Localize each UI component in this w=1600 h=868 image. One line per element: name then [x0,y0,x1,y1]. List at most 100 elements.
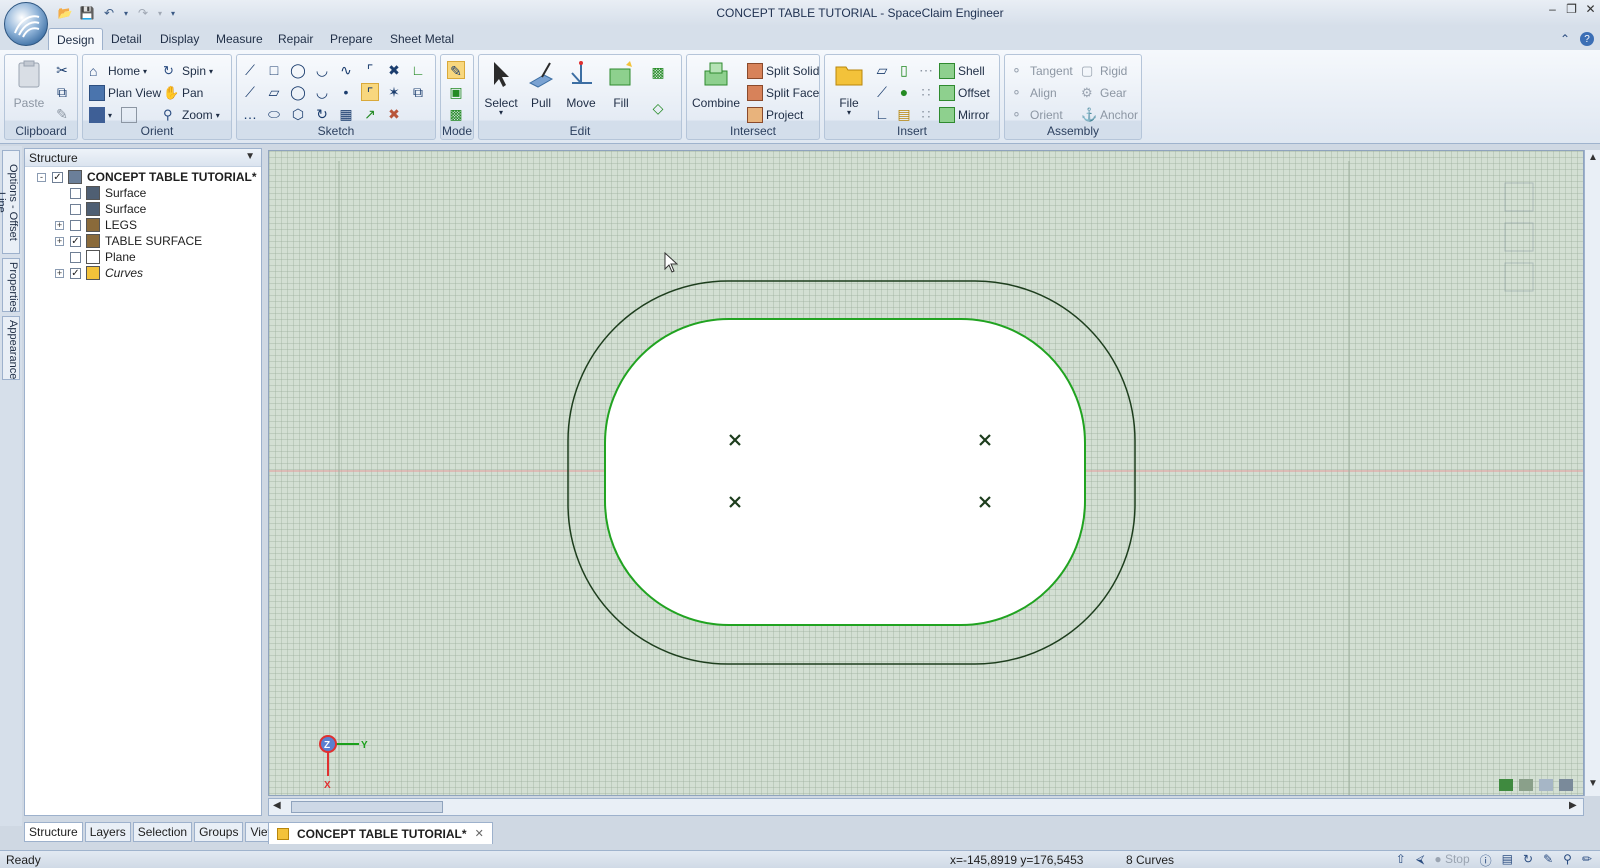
format-painter-icon[interactable]: ✎ [53,105,71,123]
pattern-circular-icon[interactable]: ∷ [917,83,935,101]
rectangle-tool-icon[interactable]: □ [265,61,283,79]
ellipse-tool-icon[interactable]: ⬭ [265,105,283,123]
mirror-button[interactable]: Mirror [939,107,989,123]
orient-assembly-button[interactable]: ⚬ Orient [1011,107,1063,123]
scroll-right-icon[interactable]: ▶ [1569,800,1577,811]
scroll-down-icon[interactable]: ▼ [1588,778,1598,789]
pencil-icon[interactable]: ✏ [1582,852,1592,868]
expand-icon[interactable]: + [55,268,64,278]
copy-edge-icon[interactable]: ⧉ [409,83,427,101]
section-mode-icon[interactable]: ▣ [447,83,465,101]
tab-properties[interactable]: Properties [2,258,20,312]
sweep-arc-icon[interactable]: ↻ [313,105,331,123]
rigid-button[interactable]: ▢ Rigid [1081,63,1127,79]
mini-toolbar-button-1[interactable] [1504,182,1534,212]
section-view-icon[interactable] [1519,779,1533,791]
replace-icon[interactable]: ▩ [649,63,667,81]
pull-button[interactable]: Pull [521,59,561,110]
tab-groups[interactable]: Groups [194,822,244,842]
visibility-checkbox[interactable]: ✓ [70,235,81,247]
expand-icon[interactable]: + [55,220,64,230]
info-icon[interactable]: ⓘ [1480,852,1492,868]
sketch-view-icon[interactable] [1539,779,1553,791]
three-point-circle-icon[interactable]: ◯ [289,83,307,101]
tree-item[interactable]: + ✓ TABLE SURFACE [55,233,202,249]
origin-insert-icon[interactable]: ∟ [873,105,891,123]
circle-tool-icon[interactable]: ◯ [289,61,307,79]
pin-icon[interactable]: ▼ [245,151,255,162]
tab-prepare[interactable]: Prepare [330,32,373,46]
tab-options-offset-line[interactable]: Options - Offset Line [0,150,20,254]
align-button[interactable]: ⚬ Align [1011,85,1057,101]
cylinder-icon[interactable]: ▯ [895,61,913,79]
split-solid-button[interactable]: Split Solid [747,63,819,79]
rotate-icon[interactable]: ↻ [1523,852,1533,868]
tangent-arc-icon[interactable]: ◡ [313,83,331,101]
visibility-checkbox[interactable] [70,203,81,215]
camera-view-icon[interactable] [1559,779,1573,791]
split-face-button[interactable]: Split Face [747,85,819,101]
spin-button[interactable]: ↻ Spin ▾ [163,63,213,79]
line-tool-icon[interactable]: ⟋ [241,61,259,79]
pattern-grid-icon[interactable]: ∷ [917,105,935,123]
tab-design[interactable]: Design [48,28,104,52]
pattern-linear-icon[interactable]: ⋯ [917,61,935,79]
tree-item[interactable]: Surface [55,201,146,217]
solid-view-icon[interactable] [1499,779,1513,791]
horizontal-scroll-thumb[interactable] [291,801,443,813]
tweak-face-icon[interactable]: ◇ [649,99,667,117]
magnify-icon[interactable]: ⚲ [1563,852,1572,868]
view-style-button[interactable]: ▾ [89,107,138,123]
shell-pocket-icon[interactable]: ▤ [895,105,913,123]
face-curve-icon[interactable]: ▦ [337,105,355,123]
selection-count[interactable]: 8 Curves [1126,853,1174,867]
tree-item[interactable]: - ✓ CONCEPT TABLE TUTORIAL* [37,169,257,185]
split-curve-icon[interactable]: ✖ [385,105,403,123]
paste-button[interactable]: Paste [9,59,49,110]
anchor-button[interactable]: ⚓ Anchor [1081,107,1138,123]
document-tab[interactable]: CONCEPT TABLE TUTORIAL* ✕ [268,822,493,844]
zoom-button[interactable]: ⚲ Zoom ▾ [163,107,220,123]
mini-toolbar-button-2[interactable] [1504,222,1534,252]
tab-appearance[interactable]: Appearance [2,316,20,380]
combine-button[interactable]: Combine [691,59,741,110]
cut-icon[interactable]: ✂ [53,61,71,79]
vertical-scrollbar[interactable]: ▲ ▼ [1584,150,1600,796]
visibility-checkbox[interactable]: ✓ [52,171,63,183]
scroll-left-icon[interactable]: ◀ [273,800,281,811]
tab-layers[interactable]: Layers [84,822,131,842]
fill-button[interactable]: Fill [601,59,641,110]
tab-sheet-metal[interactable]: Sheet Metal [390,32,454,46]
project-curve-icon[interactable]: ✶ [385,83,403,101]
scale-tool-icon[interactable]: ↗ [361,105,379,123]
tree-item[interactable]: + LEGS [55,217,137,233]
project-button[interactable]: Project [747,107,803,123]
tab-detail[interactable]: Detail [111,32,142,46]
tree-item[interactable]: Plane [55,249,136,265]
move-button[interactable]: Move [561,59,601,110]
visibility-checkbox[interactable] [70,251,81,263]
minimize-icon[interactable]: – [1543,0,1562,18]
visibility-checkbox[interactable] [70,219,81,231]
corner-tool-icon[interactable]: ⌜ [361,61,379,79]
visibility-checkbox[interactable]: ✓ [70,267,81,279]
gear-button[interactable]: ⚙ Gear [1081,85,1127,101]
select-button[interactable]: Select ▾ [481,59,521,117]
select-mode-icon[interactable]: ⮘ [1416,852,1425,868]
offset-button[interactable]: Offset [939,85,990,101]
stop-icon[interactable]: ● Stop [1434,852,1469,868]
maximize-icon[interactable]: ❐ [1562,0,1581,18]
polygon-tool-icon[interactable]: ▱ [265,83,283,101]
tree-item[interactable]: + ✓ Curves [55,265,143,281]
tab-structure[interactable]: Structure [24,822,83,842]
collapse-icon[interactable]: - [37,172,46,182]
3d-mode-icon[interactable]: ▩ [447,105,465,123]
tangent-button[interactable]: ⚬ Tangent [1011,63,1073,79]
scroll-up-icon[interactable]: ▲ [1588,152,1598,163]
axis-insert-icon[interactable]: ⟋ [873,83,891,101]
tab-repair[interactable]: Repair [278,32,313,46]
home-button[interactable]: ⌂ Home ▾ [89,63,147,79]
application-menu-button[interactable] [4,2,48,46]
sketch-mode-icon[interactable]: ✎ [447,61,465,79]
document-close-icon[interactable]: ✕ [475,827,484,840]
